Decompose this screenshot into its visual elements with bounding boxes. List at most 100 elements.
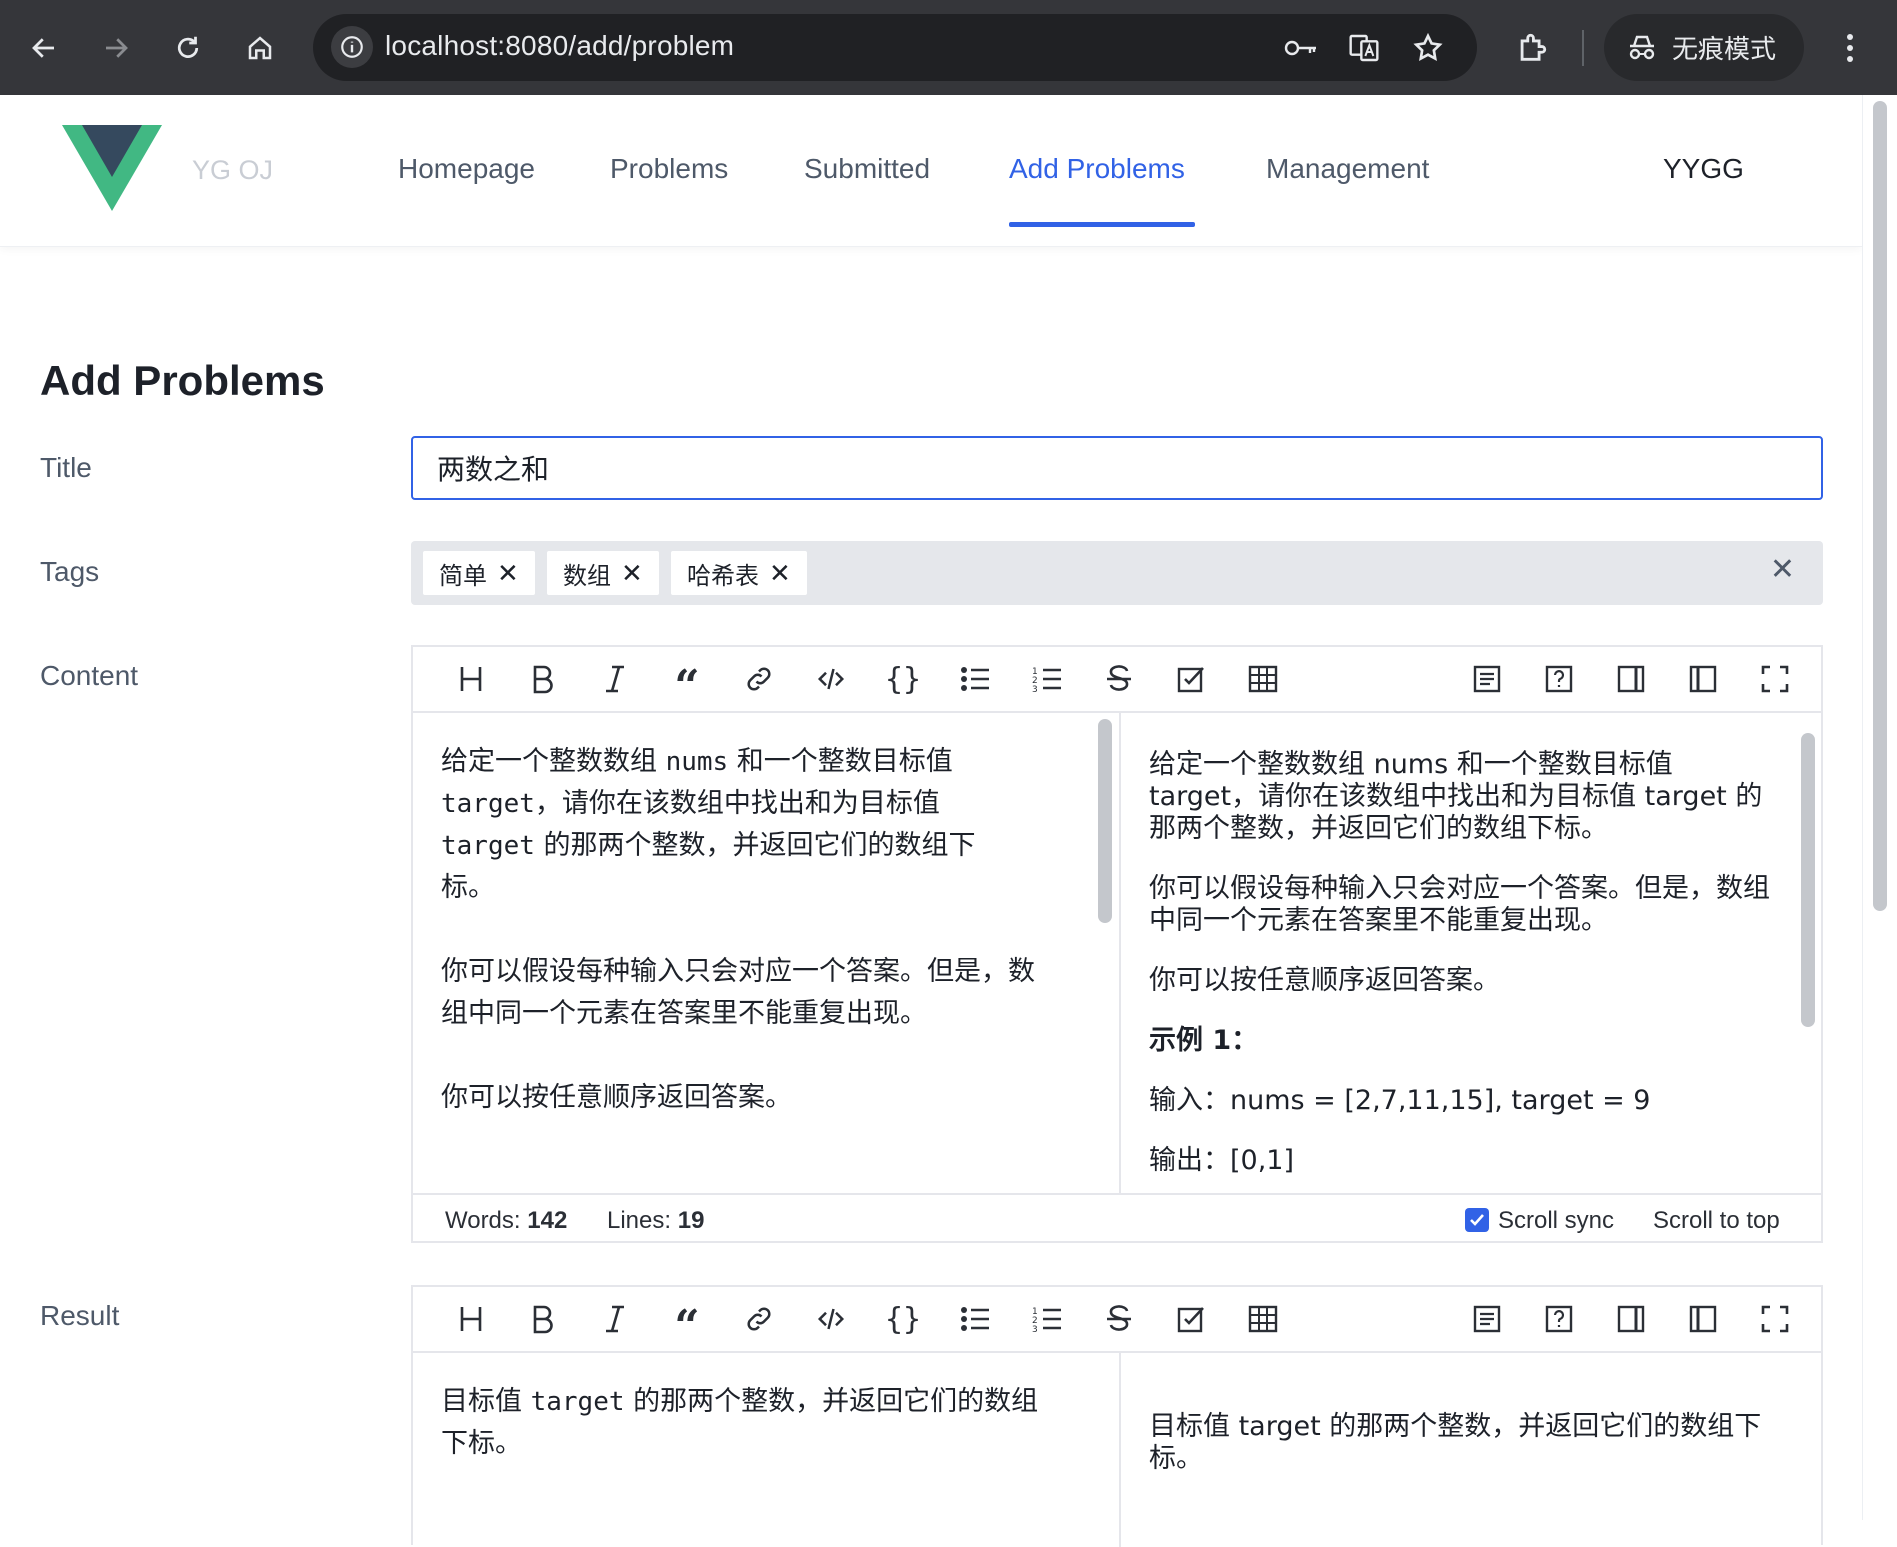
more-vert-icon[interactable] xyxy=(1820,20,1880,76)
strikethrough-icon[interactable] xyxy=(1097,659,1141,699)
incognito-icon xyxy=(1629,35,1655,59)
extensions-icon[interactable] xyxy=(1504,20,1560,76)
words-label: Words: xyxy=(445,1207,521,1234)
task-list-icon[interactable] xyxy=(1169,659,1213,699)
help-icon[interactable] xyxy=(1537,1299,1581,1339)
home-icon[interactable] xyxy=(232,20,288,76)
unordered-list-icon[interactable] xyxy=(953,659,997,699)
site-info-icon[interactable] xyxy=(331,26,373,68)
bold-icon[interactable] xyxy=(521,1299,565,1339)
tags-input[interactable]: 简单 ✕ 数组 ✕ 哈希表 ✕ ✕ xyxy=(411,541,1823,605)
italic-icon[interactable] xyxy=(593,1299,637,1339)
svg-text:3: 3 xyxy=(1032,685,1038,694)
title-input[interactable] xyxy=(411,436,1823,500)
editor-statusbar: Words: 142 Lines: 19 Scroll sync Scroll … xyxy=(413,1193,1821,1243)
preview-paragraph: 目标值 target 的那两个整数，并返回它们的数组下标。 xyxy=(1149,1411,1762,1474)
preview-only-icon[interactable] xyxy=(1609,1299,1653,1339)
nav-problems[interactable]: Problems xyxy=(610,153,728,185)
preview-paragraph: 给定一个整数数组 nums 和一个整数目标值 target，请你在该数组中找出和… xyxy=(1149,749,1763,844)
nav-submitted[interactable]: Submitted xyxy=(804,153,930,185)
italic-icon[interactable] xyxy=(593,659,637,699)
page-scrollbar[interactable] xyxy=(1862,95,1897,1520)
strikethrough-icon[interactable] xyxy=(1097,1299,1141,1339)
reload-icon[interactable] xyxy=(160,20,216,76)
markdown-source-text[interactable]: 给定一个整数数组 nums 和一个整数目标值 target，请你在该数组中找出和为… xyxy=(441,741,1071,1119)
source-line: 你可以假设每种输入只会对应一个答案。但是，数 xyxy=(441,956,1035,987)
quote-icon[interactable]: “ xyxy=(665,659,709,709)
code-icon[interactable] xyxy=(809,659,853,699)
link-icon[interactable] xyxy=(737,659,781,699)
unordered-list-icon[interactable] xyxy=(953,1299,997,1339)
check-icon xyxy=(1470,1214,1484,1226)
toolbar-separator xyxy=(1582,30,1584,66)
source-line: 下标。 xyxy=(441,1428,522,1459)
forward-arrow-icon[interactable] xyxy=(88,20,144,76)
site-name: YG OJ xyxy=(192,155,274,185)
toc-icon[interactable] xyxy=(1465,1299,1509,1339)
back-arrow-icon[interactable] xyxy=(16,20,72,76)
title-label: Title xyxy=(40,452,92,483)
fullscreen-icon[interactable] xyxy=(1753,659,1797,699)
code-icon[interactable] xyxy=(809,1299,853,1339)
url-text[interactable]: localhost:8080/add/problem xyxy=(385,30,734,62)
heading-icon[interactable] xyxy=(449,659,493,699)
close-icon[interactable]: ✕ xyxy=(621,560,643,586)
tag-chip[interactable]: 数组 ✕ xyxy=(547,551,659,595)
nav-management[interactable]: Management xyxy=(1266,153,1429,185)
clear-tags-icon[interactable]: ✕ xyxy=(1770,555,1795,585)
fullscreen-icon[interactable] xyxy=(1753,1299,1797,1339)
tag-label: 简单 xyxy=(439,562,487,590)
markdown-preview-pane: 给定一个整数数组 nums 和一个整数目标值 target，请你在该数组中找出和… xyxy=(1121,713,1797,1193)
markdown-source-pane[interactable]: 目标值 target 的那两个整数，并返回它们的数组 下标。 xyxy=(413,1353,1117,1547)
quote-icon[interactable]: “ xyxy=(665,1299,709,1349)
ordered-list-icon[interactable]: 123 xyxy=(1025,1299,1069,1339)
code-block-icon[interactable]: {} xyxy=(881,659,925,699)
user-name[interactable]: YYGG xyxy=(1663,153,1744,185)
code-block-icon[interactable]: {} xyxy=(881,1299,925,1339)
scroll-to-top-button[interactable]: Scroll to top xyxy=(1653,1207,1780,1235)
source-line: target，请你在该数组中找出和为目标值 xyxy=(441,788,940,819)
active-nav-indicator xyxy=(1009,222,1195,227)
source-scrollbar[interactable] xyxy=(1098,719,1112,923)
lines-value: 19 xyxy=(677,1207,705,1234)
editor-only-icon[interactable] xyxy=(1681,1299,1725,1339)
markdown-source-pane[interactable]: 给定一个整数数组 nums 和一个整数目标值 target，请你在该数组中找出和为… xyxy=(413,713,1089,1193)
page-title: Add Problems xyxy=(40,357,325,404)
address-bar[interactable]: localhost:8080/add/problem xyxy=(313,14,1477,81)
close-icon[interactable]: ✕ xyxy=(769,560,791,586)
scroll-sync-label[interactable]: Scroll sync xyxy=(1498,1207,1614,1235)
source-line: 目标值 target 的那两个整数，并返回它们的数组 xyxy=(441,1386,1039,1417)
link-icon[interactable] xyxy=(737,1299,781,1339)
nav-add-problems[interactable]: Add Problems xyxy=(1009,153,1185,185)
help-icon[interactable] xyxy=(1537,659,1581,699)
result-markdown-editor: “ {} 123 目标值 target 的那两个整数，并返回它们的数组 下标。 目… xyxy=(411,1285,1823,1547)
table-icon[interactable] xyxy=(1241,659,1285,699)
close-icon[interactable]: ✕ xyxy=(497,560,519,586)
result-label: Result xyxy=(40,1300,120,1331)
incognito-badge[interactable]: 无痕模式 xyxy=(1604,14,1804,81)
bookmark-star-icon[interactable] xyxy=(1408,28,1448,68)
ordered-list-icon[interactable]: 123 xyxy=(1025,659,1069,699)
source-line: 你可以按任意顺序返回答案。 xyxy=(441,1082,792,1113)
preview-only-icon[interactable] xyxy=(1609,659,1653,699)
heading-icon[interactable] xyxy=(449,1299,493,1339)
scroll-sync-checkbox[interactable] xyxy=(1465,1208,1489,1232)
task-list-icon[interactable] xyxy=(1169,1299,1213,1339)
svg-text:3: 3 xyxy=(1032,1325,1038,1334)
toc-icon[interactable] xyxy=(1465,659,1509,699)
source-line xyxy=(441,909,1071,951)
editor-only-icon[interactable] xyxy=(1681,659,1725,699)
browser-toolbar: localhost:8080/add/problem 无痕模式 xyxy=(0,0,1897,95)
preview-scrollbar[interactable] xyxy=(1801,733,1815,1027)
vue-logo[interactable] xyxy=(62,125,162,220)
bold-icon[interactable] xyxy=(521,659,565,699)
translate-icon[interactable] xyxy=(1344,28,1384,68)
tag-chip[interactable]: 简单 ✕ xyxy=(423,551,535,595)
password-key-icon[interactable] xyxy=(1281,28,1321,68)
markdown-source-text[interactable]: 目标值 target 的那两个整数，并返回它们的数组 下标。 xyxy=(441,1381,1111,1465)
page-scrollbar-thumb[interactable] xyxy=(1873,101,1887,911)
preview-example-heading: 示例 1： xyxy=(1149,1025,1259,1056)
nav-homepage[interactable]: Homepage xyxy=(398,153,535,185)
table-icon[interactable] xyxy=(1241,1299,1285,1339)
tag-chip[interactable]: 哈希表 ✕ xyxy=(671,551,807,595)
